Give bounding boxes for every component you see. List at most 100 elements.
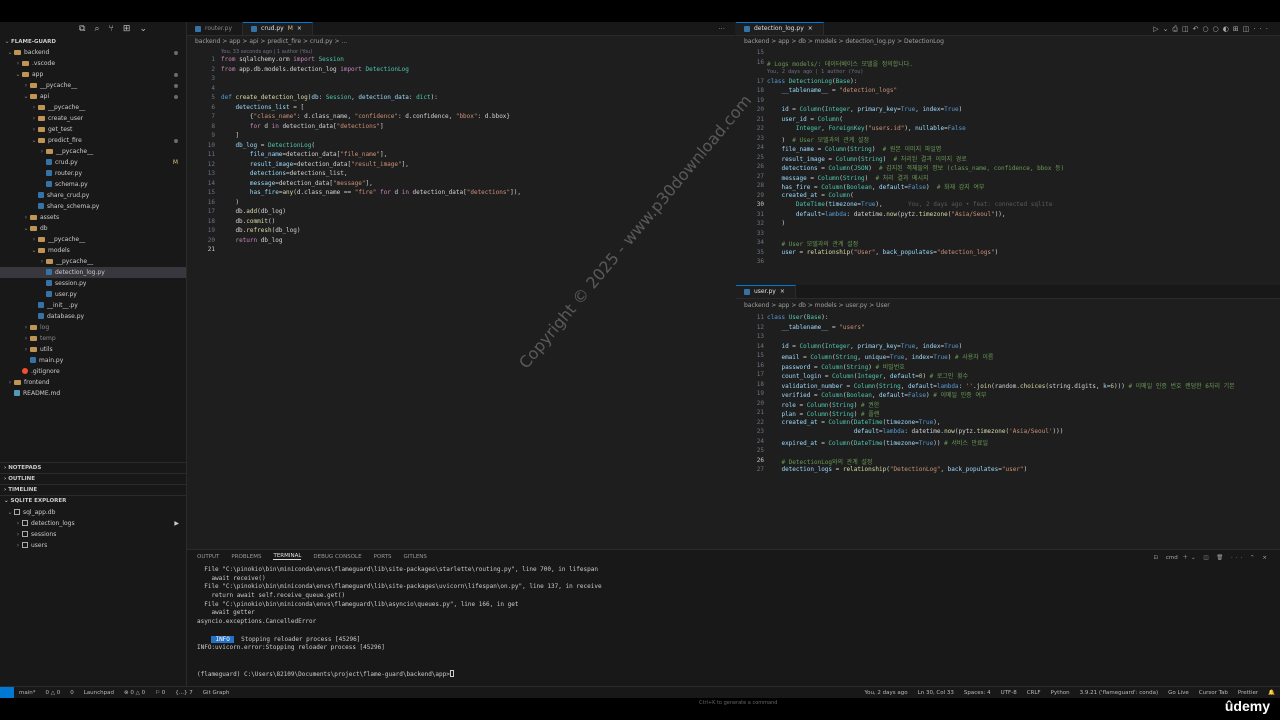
blame-status[interactable]: You, 2 days ago: [859, 690, 912, 696]
tree-item[interactable]: database.py: [0, 311, 186, 322]
tree-item[interactable]: .gitignore: [0, 366, 186, 377]
tree-item[interactable]: ⌄ api: [0, 91, 186, 102]
tree-item[interactable]: share_crud.py: [0, 190, 186, 201]
terminal-prompt[interactable]: (flameguard) C:\Users\82109\Documents\pr…: [197, 670, 602, 679]
tab-output[interactable]: OUTPUT: [197, 554, 219, 560]
ports-count[interactable]: 0: [65, 690, 79, 696]
tree-item[interactable]: ⌄ models: [0, 245, 186, 256]
tree-item[interactable]: › __pycache__: [0, 80, 186, 91]
tree-item[interactable]: › __pycache__: [0, 256, 186, 267]
bell-icon[interactable]: 🔔: [1263, 690, 1280, 696]
tab-crud[interactable]: crud.py M ×: [243, 22, 313, 35]
code-editor-crud[interactable]: 1 from sqlalchemy.orm import Session 2 fro…: [187, 56, 735, 546]
section-sqlite-explorer[interactable]: ⌄ SQLITE EXPLORER: [0, 495, 186, 506]
go-live[interactable]: Go Live: [1163, 690, 1194, 696]
files-icon[interactable]: ⧉: [79, 24, 85, 34]
python-file-icon: [46, 269, 52, 275]
tree-item[interactable]: __init__.py: [0, 300, 186, 311]
sqlite-item[interactable]: › detection_logs ▶: [0, 518, 186, 529]
tree-item[interactable]: session.py: [0, 278, 186, 289]
tree-item[interactable]: ⌄ predict_fire: [0, 135, 186, 146]
remote-icon[interactable]: [0, 687, 14, 698]
breadcrumb[interactable]: backend > app > db > models > user.py > …: [736, 301, 890, 311]
tree-item[interactable]: › create_user: [0, 113, 186, 124]
tree-item[interactable]: ⌄ app: [0, 69, 186, 80]
tree-item-label: user.py: [55, 291, 77, 298]
tab-user[interactable]: user.py ×: [736, 285, 796, 298]
tab-debug-console[interactable]: DEBUG CONSOLE: [313, 554, 361, 560]
section-timeline[interactable]: › TIMELINE: [0, 484, 186, 495]
cursor-position[interactable]: Ln 30, Col 33: [913, 690, 959, 696]
tab-detection-log[interactable]: detection_log.py ×: [736, 22, 824, 35]
terminal-output[interactable]: File "C:\pinokio\bin\miniconda\envs\flam…: [197, 566, 602, 679]
tree-item[interactable]: ⌄ backend: [0, 47, 186, 58]
editor-actions[interactable]: ▷⌄⎙◫↶○○◐⊞◫···: [1153, 22, 1280, 35]
terminal-actions[interactable]: ⊡ cmd ＋⌄ ◫ 🗑 ··· ⌃ ×: [1154, 553, 1280, 561]
tree-item[interactable]: main.py: [0, 355, 186, 366]
line-ending[interactable]: CRLF: [1022, 690, 1046, 696]
git-branch[interactable]: main*: [14, 690, 41, 696]
python-icon: [744, 26, 750, 32]
problems-count[interactable]: ⊗ 0 △ 0: [119, 690, 150, 696]
breadcrumb[interactable]: backend > app > db > models > detection_…: [736, 37, 944, 47]
tree-item[interactable]: README.md: [0, 388, 186, 399]
sqlite-item[interactable]: ⌄ sql_app.db: [0, 507, 186, 518]
tab-problems[interactable]: PROBLEMS: [231, 554, 261, 560]
interpreter[interactable]: 3.9.21 ('flameguard': conda): [1075, 690, 1163, 696]
tree-item[interactable]: ⌄ db: [0, 223, 186, 234]
explorer-root[interactable]: ⌄FLAME-GUARD: [0, 36, 186, 47]
breadcrumb[interactable]: backend > app > api > predict_fire > cru…: [187, 37, 347, 47]
codelens-blame[interactable]: You, 33 seconds ago | 1 author (You): [221, 49, 312, 55]
chevron-down-icon[interactable]: ⌄: [139, 24, 147, 34]
search-icon[interactable]: ⌕: [94, 24, 99, 34]
sqlite-item[interactable]: › sessions: [0, 529, 186, 540]
play-icon[interactable]: ▶: [174, 518, 179, 529]
launchpad[interactable]: Launchpad: [79, 690, 119, 696]
python-file-icon: [38, 203, 44, 209]
tree-item[interactable]: share_schema.py: [0, 201, 186, 212]
tree-item[interactable]: › temp: [0, 333, 186, 344]
close-icon[interactable]: ×: [808, 22, 813, 36]
tab-router[interactable]: router.py: [187, 22, 244, 35]
section-outline[interactable]: › OUTLINE: [0, 473, 186, 484]
folder-icon: [22, 61, 29, 66]
bracket-count[interactable]: {...} 7: [170, 690, 198, 696]
tree-item[interactable]: › __pycache__: [0, 102, 186, 113]
tree-item[interactable]: router.py: [0, 168, 186, 179]
tree-item[interactable]: › log: [0, 322, 186, 333]
tree-item[interactable]: crud.py M: [0, 157, 186, 168]
prettier[interactable]: Prettier: [1233, 690, 1263, 696]
warnings-count[interactable]: ⚐ 0: [150, 690, 170, 696]
source-control-icon[interactable]: ⑂: [108, 24, 113, 34]
tree-item[interactable]: › .vscode: [0, 58, 186, 69]
tree-item-label: session.py: [55, 280, 87, 287]
git-graph[interactable]: Git Graph: [198, 690, 235, 696]
tab-terminal[interactable]: TERMINAL: [273, 553, 302, 560]
cursor-tab[interactable]: Cursor Tab: [1194, 690, 1233, 696]
tree-item[interactable]: › frontend: [0, 377, 186, 388]
sync-status[interactable]: 0 △ 0: [41, 690, 66, 696]
tree-item[interactable]: detection_log.py: [0, 267, 186, 278]
section-notepads[interactable]: › NOTEPADS: [0, 462, 186, 473]
encoding[interactable]: UTF-8: [996, 690, 1022, 696]
tree-item[interactable]: › utils: [0, 344, 186, 355]
indentation[interactable]: Spaces: 4: [959, 690, 996, 696]
tree-item[interactable]: › get_test: [0, 124, 186, 135]
language-mode[interactable]: Python: [1046, 690, 1075, 696]
code-editor-detection-log[interactable]: 15 16 # Logs models/: 데이터베이스 모델을 정의합니다. Y…: [736, 49, 1280, 287]
code-editor-user[interactable]: 11 class User(Base): 12 __tablename__ = "…: [736, 314, 1280, 546]
extensions-icon[interactable]: ⊞: [123, 24, 131, 34]
tree-item[interactable]: › assets: [0, 212, 186, 223]
more-actions-icon[interactable]: ···: [718, 22, 735, 35]
tree-item[interactable]: › __pycache__: [0, 234, 186, 245]
inline-blame: You, 2 days ago • feat: connected sqlite: [907, 201, 1053, 208]
tree-item[interactable]: › __pycache__: [0, 146, 186, 157]
codelens-blame[interactable]: You, 2 days ago | 1 author (You): [767, 69, 863, 75]
sqlite-item[interactable]: › users: [0, 540, 186, 551]
close-icon[interactable]: ×: [780, 285, 785, 299]
close-icon[interactable]: ×: [297, 22, 302, 36]
tree-item[interactable]: schema.py: [0, 179, 186, 190]
tab-gitlens[interactable]: GITLENS: [404, 554, 427, 560]
tab-ports[interactable]: PORTS: [374, 554, 392, 560]
tree-item[interactable]: user.py: [0, 289, 186, 300]
